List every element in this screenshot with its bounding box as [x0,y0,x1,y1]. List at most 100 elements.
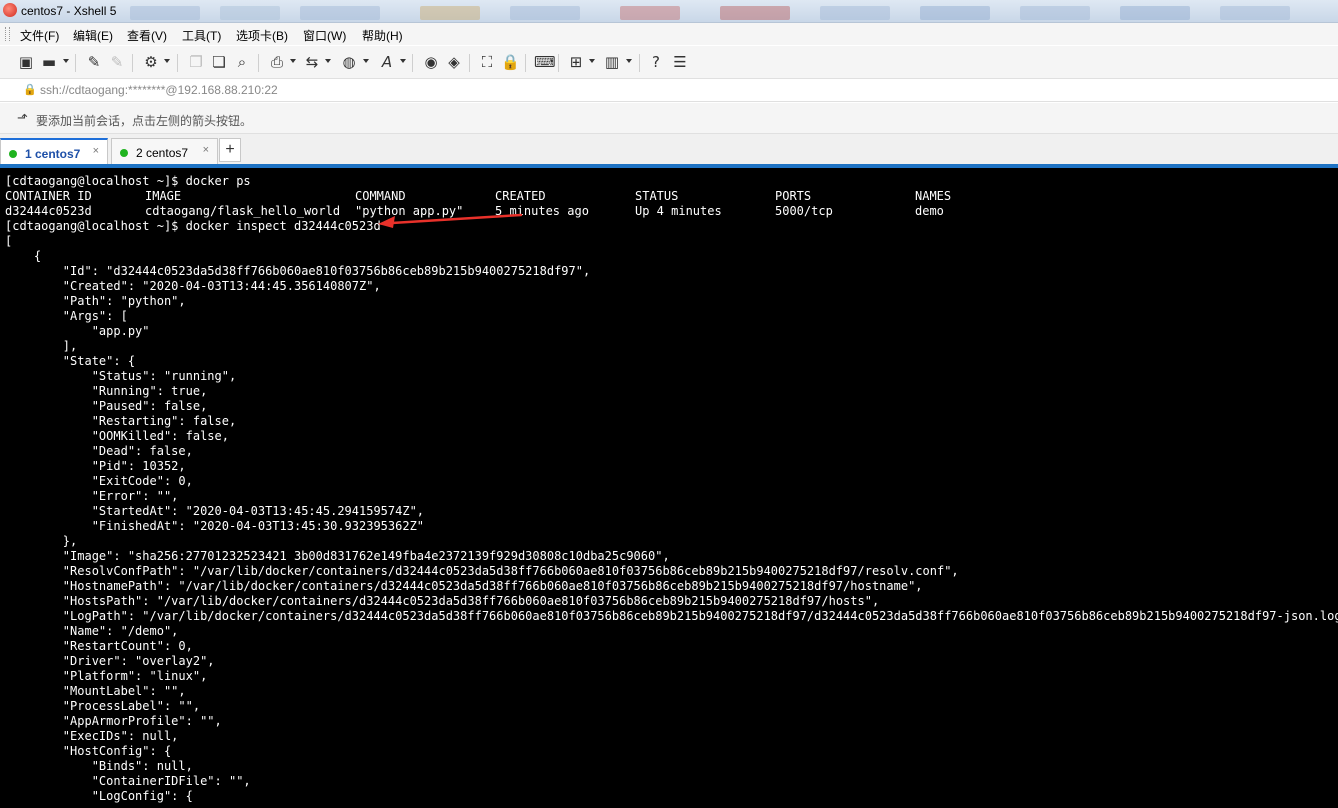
fullscreen-icon[interactable]: ⛶ [478,53,496,71]
copy-icon: ❐ [189,53,203,71]
ps-header-cell: STATUS [635,189,679,203]
terminal[interactable]: [cdtaogang@localhost ~]$ docker ps CONTA… [0,164,1338,808]
transfer-icon[interactable]: ⇆ [303,53,321,71]
connected-status-icon [120,149,128,157]
terminal-output-line: "ResolvConfPath": "/var/lib/docker/conta… [5,564,959,578]
disconnect-icon: ✎ [110,53,124,71]
find-icon[interactable]: ⌕ [233,53,251,71]
toolbar: ▣ ▬ ✎ ✎ ⚙ ❐ ❏ ⌕ ⎙ ⇆ ◍ A ◉ ◈ ⛶ 🔒 ⌨ ⊞ ▥ ? … [0,46,1338,79]
tab-label: 2 centos7 [136,146,189,160]
toolbar-separator [75,54,76,72]
globe-icon[interactable]: ◍ [340,53,358,71]
font-icon[interactable]: A [378,53,396,71]
chevron-down-icon[interactable] [589,59,595,63]
terminal-output-line: "LogPath": "/var/lib/docker/containers/d… [5,609,1338,623]
menu-edit[interactable]: 编辑(E) [73,27,113,44]
chevron-down-icon[interactable] [290,59,296,63]
close-icon[interactable]: × [203,144,209,156]
ps-header-cell: IMAGE [145,189,182,203]
background-tab [300,6,380,20]
terminal-ps-row: d32444c0523d cdtaogang/flask_hello_world… [5,204,944,219]
toolbar-separator [412,54,413,72]
lock-icon[interactable]: 🔒 [501,53,520,71]
terminal-output-line: "Path": "python", [5,294,186,308]
close-icon[interactable]: × [93,145,99,157]
ps-cell: demo [915,204,944,218]
toolbar-separator [177,54,178,72]
terminal-output-line: "Driver": "overlay2", [5,654,215,668]
background-tab [220,6,280,20]
add-tab-button[interactable]: + [219,138,241,162]
chevron-down-icon[interactable] [400,59,406,63]
ps-cell: 5000/tcp [775,204,833,218]
session-address[interactable]: ssh://cdtaogang:********@192.168.88.210:… [40,83,278,97]
terminal-output-line: "Name": "/demo", [5,624,179,638]
chevron-down-icon[interactable] [63,59,69,63]
annotation-arrow-icon [378,213,523,228]
terminal-output-line: "Created": "2020-04-03T13:44:45.35614080… [5,279,381,293]
lock-icon: 🔒 [23,83,37,96]
terminal-output-line: "FinishedAt": "2020-04-03T13:45:30.93239… [5,519,425,533]
new-session-icon[interactable]: ▣ [17,53,35,71]
add-tab-icon[interactable]: ⊞ [567,53,585,71]
terminal-output-line: }, [5,534,78,548]
terminal-output-line: "AppArmorProfile": "", [5,714,222,728]
menu-tools[interactable]: 工具(T) [182,27,221,44]
menu-view[interactable]: 查看(V) [127,27,167,44]
menu-file[interactable]: 文件(F) [20,27,59,44]
terminal-output-line: "Pid": 10352, [5,459,186,473]
terminal-output-line: "Restarting": false, [5,414,237,428]
address-bar[interactable]: 🔒 ssh://cdtaogang:********@192.168.88.21… [0,79,1338,102]
chevron-down-icon[interactable] [325,59,331,63]
open-folder-icon[interactable]: ▬ [40,53,58,71]
background-tab [130,6,200,20]
xftp-icon[interactable]: ◉ [422,53,440,71]
terminal-output-line: "Dead": false, [5,444,193,458]
terminal-output-line: "StartedAt": "2020-04-03T13:45:45.294159… [5,504,425,518]
keyboard-icon[interactable]: ⌨ [534,53,556,71]
terminal-output-line: "LogConfig": { [5,789,193,803]
tab-label: 1 centos7 [25,147,81,161]
terminal-output-line: ], [5,339,78,353]
background-tab [720,6,790,20]
chevron-down-icon[interactable] [164,59,170,63]
terminal-output-line: "Args": [ [5,309,128,323]
help-icon[interactable]: ? [647,53,665,71]
xftp-transfer-icon[interactable]: ◈ [445,53,463,71]
connect-icon[interactable]: ✎ [85,53,103,71]
background-tab [1120,6,1190,20]
paste-icon[interactable]: ❏ [210,53,228,71]
terminal-output-line: "Running": true, [5,384,208,398]
menu-tabs[interactable]: 选项卡(B) [236,27,288,44]
terminal-output-line: "ProcessLabel": "", [5,699,201,713]
layout-icon[interactable]: ▥ [603,53,621,71]
properties-icon[interactable]: ⚙ [142,53,160,71]
print-icon[interactable]: ⎙ [268,53,286,71]
tab-session-2[interactable]: 2 centos7 × [111,138,218,164]
terminal-output-line: "HostsPath": "/var/lib/docker/containers… [5,594,880,608]
chevron-down-icon[interactable] [626,59,632,63]
toolbar-separator [469,54,470,72]
hint-text: 要添加当前会话，点击左侧的箭头按钮。 [36,114,253,128]
terminal-output-line: "Binds": null, [5,759,193,773]
chat-icon[interactable]: ☰ [671,53,689,71]
arrow-pointer-icon[interactable]: ⬏ [17,111,28,126]
toolbar-separator [525,54,526,72]
menu-bar: 文件(F) 编辑(E) 查看(V) 工具(T) 选项卡(B) 窗口(W) 帮助(… [0,23,1338,45]
terminal-output-line: "State": { [5,354,136,368]
menu-help[interactable]: 帮助(H) [362,27,403,44]
toolbar-separator [639,54,640,72]
tab-session-1[interactable]: 1 centos7 × [0,138,108,164]
connected-status-icon [9,150,17,158]
ps-header-cell: COMMAND [355,189,406,203]
menu-window[interactable]: 窗口(W) [303,27,346,44]
terminal-output-line: "RestartCount": 0, [5,639,193,653]
terminal-output-line: "ExitCode": 0, [5,474,193,488]
terminal-output-line: "Id": "d32444c0523da5d38ff766b060ae810f0… [5,264,591,278]
chevron-down-icon[interactable] [363,59,369,63]
background-tab [420,6,480,20]
window-title: centos7 - Xshell 5 [21,4,117,18]
terminal-output-line: "app.py" [5,324,150,338]
background-tab [820,6,890,20]
terminal-output-line: "Platform": "linux", [5,669,208,683]
